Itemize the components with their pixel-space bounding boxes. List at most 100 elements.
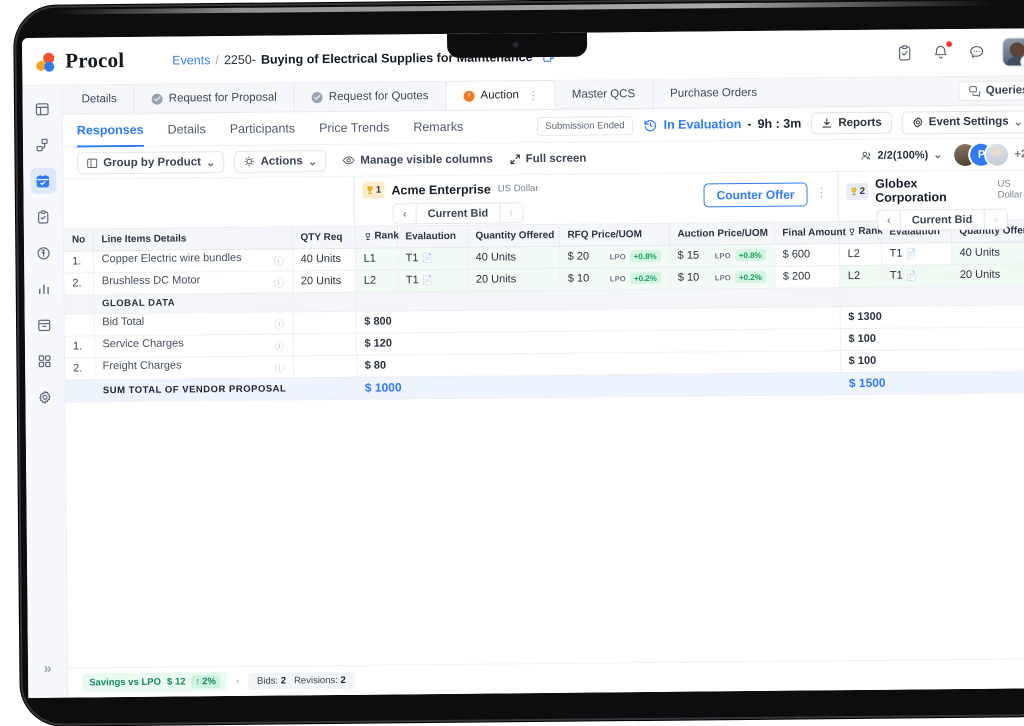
brand-logo[interactable]: Procol (36, 48, 152, 74)
tab-master-qcs[interactable]: Master QCS (554, 79, 654, 109)
doc-icon[interactable]: 📄 (906, 270, 917, 280)
avatar[interactable]: ▾ (1003, 38, 1024, 66)
avatar-face (1009, 42, 1024, 58)
bell-icon[interactable] (931, 41, 953, 62)
cell-line-item-name: Brushless DC Motor ⓘ (93, 270, 293, 295)
vendor-header-strip: 1 Acme Enterprise US Dollar ‹ Current Bi… (63, 170, 1024, 231)
clipboard-check-icon[interactable] (895, 43, 914, 62)
actions-button[interactable]: Actions ⌄ (234, 149, 327, 173)
participants-count-button[interactable]: 2/2(100%) ⌄ (860, 148, 943, 162)
bid-current-label: Current Bid (415, 203, 501, 224)
col-no[interactable]: No (63, 229, 94, 251)
group-by-product-button[interactable]: Group by Product ⌄ (77, 150, 225, 174)
arrow-up-icon: ↑ (195, 676, 201, 688)
info-icon[interactable]: ⓘ (274, 252, 284, 267)
bid-prev-button[interactable]: ‹ (878, 211, 900, 230)
status-actions: Submission Ended In Evaluation - 9h : 3m (537, 109, 1024, 138)
info-icon[interactable]: ⓘ (274, 337, 284, 352)
event-settings-button[interactable]: Event Settings ⌄ (901, 109, 1024, 135)
bid-next-button[interactable]: › (984, 210, 1006, 229)
doc-icon[interactable]: 📄 (905, 248, 916, 258)
breadcrumb-events-link[interactable]: Events (172, 53, 210, 67)
camera-icon (513, 42, 519, 48)
col-v1-auction-price[interactable]: Auction Price/UOM (668, 222, 775, 245)
chevron-down-icon: ⌄ (307, 155, 318, 168)
bids-revisions-badge: Bids: 2 Revisions: 2 (247, 671, 355, 690)
tab-request-for-quotes[interactable]: Request for Quotes (294, 81, 447, 112)
sidebar-item-archive[interactable] (31, 312, 57, 338)
sum-total-v2: $ 1500 (840, 370, 1024, 395)
gold-trophy-icon: 1 (362, 181, 385, 199)
chat-icon[interactable] (967, 43, 986, 62)
tab-purchase-orders[interactable]: Purchase Orders (653, 79, 774, 108)
subtab-details[interactable]: Details (167, 113, 206, 146)
subtab-price-trends[interactable]: Price Trends (319, 111, 389, 145)
vendor-strip-spacer (63, 176, 355, 229)
participant-overflow-count[interactable]: +20 (1014, 148, 1024, 160)
doc-icon[interactable]: 📄 (422, 275, 433, 285)
sidebar-item-workflow[interactable] (29, 132, 55, 158)
tab-label: Master QCS (571, 88, 636, 101)
queries-button[interactable]: Queries (958, 80, 1024, 102)
cell-v1-evaluation: T1 📄 (397, 246, 468, 270)
cell-no (64, 313, 94, 336)
sidebar-item-apps[interactable] (31, 348, 57, 374)
info-icon[interactable]: ⓘ (275, 359, 285, 374)
full-screen-button[interactable]: Full screen (509, 152, 586, 165)
chevron-down-icon: ⌄ (205, 156, 216, 169)
sidebar-item-tasks[interactable] (30, 204, 56, 230)
col-v1-quantity-offered[interactable]: Quantity Offered (466, 224, 560, 247)
cell-v1-evaluation: T1 📄 (397, 268, 468, 292)
tab-kebab-icon[interactable]: ⋮ (528, 89, 538, 102)
sidebar-item-settings[interactable] (32, 384, 58, 410)
subtab-remarks[interactable]: Remarks (413, 110, 463, 143)
tab-label: Auction (480, 89, 519, 102)
col-line-items-details[interactable]: Line Items Details (92, 227, 293, 251)
cell-no: 2. (64, 272, 94, 295)
cell-v1-qty-offered: 20 Units (467, 267, 560, 291)
sidebar-item-currency[interactable] (30, 240, 56, 266)
cell-v2-freight-charges: $ 100 (840, 348, 1024, 373)
manage-columns-label: Manage visible columns (360, 152, 493, 167)
sidebar-item-analytics[interactable] (31, 276, 57, 302)
bid-prev-button[interactable]: ‹ (394, 204, 416, 223)
tab-details[interactable]: Details (64, 84, 135, 114)
subtab-responses[interactable]: Responses (77, 113, 144, 147)
col-v1-rank[interactable]: Rank (354, 226, 399, 248)
download-icon (821, 117, 833, 129)
cell-no: 1. (64, 335, 95, 358)
col-v1-evaluation[interactable]: Evalaution (396, 225, 468, 248)
reports-button[interactable]: Reports (811, 111, 892, 135)
tab-auction[interactable]: Auction ⋮ (446, 80, 556, 110)
participant-avatars[interactable]: P +20 (954, 143, 1024, 166)
check-circle-icon (151, 93, 163, 105)
col-label: Rank (374, 230, 399, 242)
app-screen: Procol Events / 2250- Buying of Electric… (22, 28, 1024, 698)
bids-value: 2 (280, 675, 287, 687)
col-qty-req[interactable]: QTY Req (291, 226, 356, 249)
group-by-label: Group by Product (103, 155, 202, 169)
info-icon[interactable]: ⓘ (274, 315, 284, 330)
manage-visible-columns-button[interactable]: Manage visible columns (342, 152, 493, 167)
cell-v2-qty-offered: 20 Units (951, 263, 1024, 287)
tab-request-for-proposal[interactable]: Request for Proposal (134, 83, 295, 113)
brand-name: Procol (65, 48, 125, 73)
cell-global-label: Bid Total ⓘ (93, 311, 293, 336)
sidebar-item-dashboard[interactable] (29, 96, 55, 122)
device-notch (447, 32, 588, 58)
cell-v1-rank: L2 (355, 269, 398, 292)
savings-label: Savings vs LPO (89, 676, 162, 689)
sidebar-expand-button[interactable]: » (44, 660, 52, 676)
col-v1-final-amount[interactable]: Final Amount (773, 222, 846, 244)
info-icon[interactable]: ⓘ (274, 274, 284, 289)
counter-offer-button[interactable]: Counter Offer (703, 182, 808, 208)
responses-table: No Line Items Details QTY Req Rank Evala… (63, 220, 1024, 402)
cell-v2-qty-offered: 40 Units (951, 241, 1024, 265)
col-v1-rfq-price[interactable]: RFQ Price/UOM (558, 223, 670, 246)
subtab-participants[interactable]: Participants (230, 112, 296, 146)
sidebar-item-events[interactable] (29, 167, 56, 194)
doc-icon[interactable]: 📄 (421, 253, 432, 263)
responses-grid: 1 Acme Enterprise US Dollar ‹ Current Bi… (63, 170, 1024, 668)
vendor-kebab-icon[interactable]: ⋮ (815, 185, 826, 199)
bid-next-button[interactable]: › (500, 203, 522, 222)
